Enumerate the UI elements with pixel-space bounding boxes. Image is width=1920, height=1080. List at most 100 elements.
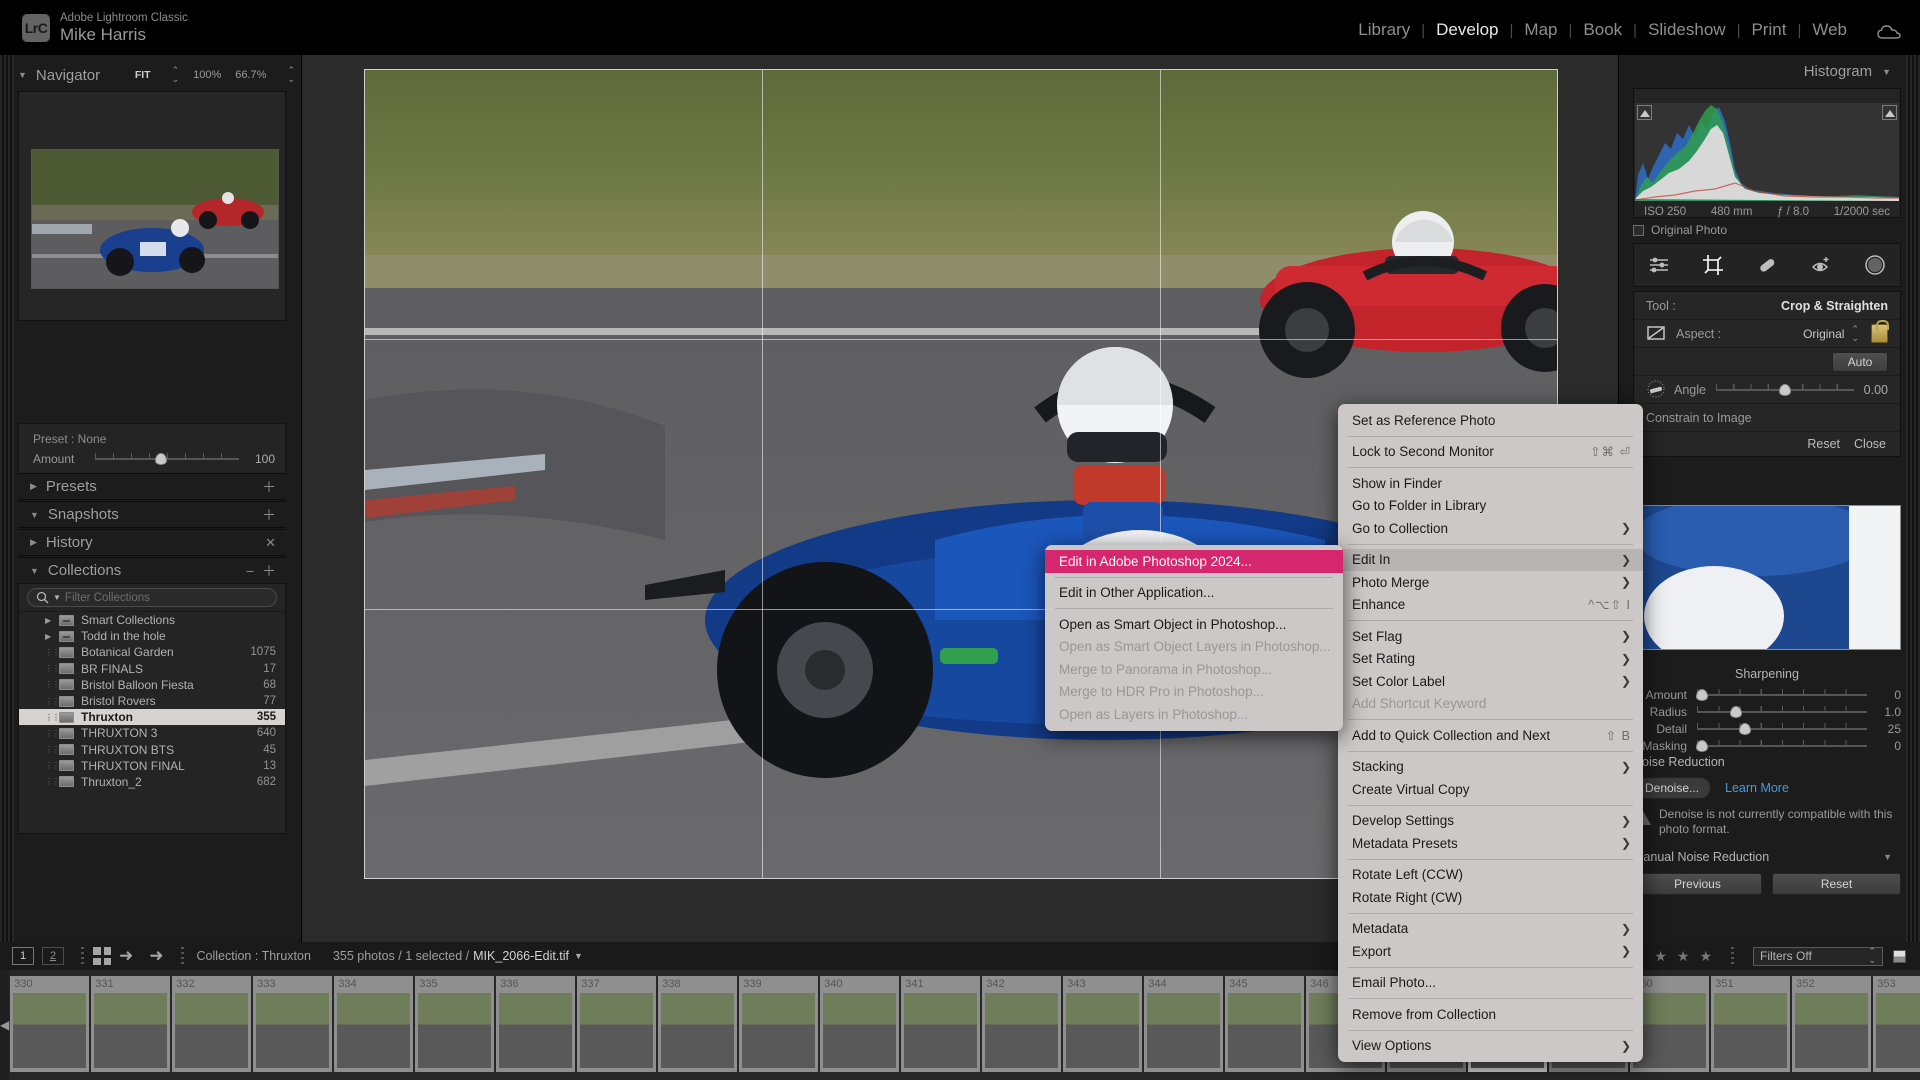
menu-item[interactable]: Edit in Other Application...: [1045, 582, 1343, 605]
reset-button[interactable]: Reset: [1772, 873, 1901, 895]
history-clear-icon[interactable]: ✕: [265, 535, 286, 551]
filmstrip-thumbnail[interactable]: 342: [982, 976, 1062, 1072]
filmstrip-thumbnail[interactable]: 343: [1063, 976, 1143, 1072]
menu-item[interactable]: Go to Folder in Library: [1338, 495, 1643, 518]
filmstrip-thumbnail[interactable]: 341: [901, 976, 981, 1072]
edit-in-submenu[interactable]: Edit in Adobe Photoshop 2024... Edit in O…: [1045, 545, 1343, 731]
menu-item[interactable]: Email Photo...: [1338, 972, 1643, 995]
menu-item[interactable]: Set Flag ❯: [1338, 625, 1643, 648]
menu-item[interactable]: Export ❯: [1338, 940, 1643, 963]
sharpening-slider-row[interactable]: Radius 1.0: [1633, 703, 1901, 720]
page-button-1[interactable]: 1: [12, 947, 34, 965]
forward-arrow-icon[interactable]: ➜: [149, 946, 163, 966]
collection-item[interactable]: ▶ Todd in the hole: [19, 628, 285, 644]
menu-item[interactable]: Photo Merge ❯: [1338, 571, 1643, 594]
navigator-collapse-icon[interactable]: ▼: [18, 70, 27, 80]
navigator-preview[interactable]: [18, 91, 286, 321]
panel-collapse-icon[interactable]: ▶: [30, 537, 37, 548]
navigator-header[interactable]: ▼ Navigator FIT ⌃ ⌄ 100% 66.7% ⌃ ⌄: [18, 63, 295, 87]
collection-item[interactable]: ⋮⋮ Thruxton_2 682: [19, 774, 285, 790]
menu-item[interactable]: Show in Finder: [1338, 472, 1643, 495]
right-scroll-gutter[interactable]: [1906, 55, 1920, 1080]
panel-collapse-icon[interactable]: ▼: [30, 510, 39, 520]
auto-straighten-button[interactable]: Auto: [1832, 351, 1888, 372]
module-web[interactable]: Web: [1801, 20, 1858, 40]
menu-item[interactable]: Metadata Presets ❯: [1338, 832, 1643, 855]
filename-dropdown-icon[interactable]: ▼: [574, 951, 583, 961]
back-arrow-icon[interactable]: ➜: [119, 946, 133, 966]
angle-slider[interactable]: [1715, 383, 1854, 397]
zoom-level-stepper-icon[interactable]: ⌃ ⌄: [287, 66, 295, 84]
menu-item[interactable]: Develop Settings ❯: [1338, 810, 1643, 833]
red-eye-icon[interactable]: [1810, 254, 1832, 276]
constrain-row[interactable]: Constrain to Image: [1634, 404, 1900, 432]
menu-item[interactable]: Add to Quick Collection and Next ⇧ B: [1338, 724, 1643, 747]
module-print[interactable]: Print: [1740, 20, 1797, 40]
denoise-button[interactable]: Denoise...: [1633, 777, 1711, 799]
module-library[interactable]: Library: [1347, 20, 1421, 40]
crop-tool-icon[interactable]: [1702, 254, 1724, 276]
filmstrip-thumbnail[interactable]: 340: [820, 976, 900, 1072]
filmstrip-thumbnail[interactable]: 345: [1225, 976, 1305, 1072]
module-map[interactable]: Map: [1513, 20, 1568, 40]
slider-knob[interactable]: [155, 453, 168, 465]
filter-select[interactable]: Filters Off ⌃ ⌄: [1753, 946, 1883, 966]
manual-noise-reduction-header[interactable]: Manual Noise Reduction ▼: [1633, 850, 1901, 864]
filmstrip-thumbnail[interactable]: 330: [10, 976, 90, 1072]
menu-item[interactable]: Remove from Collection: [1338, 1003, 1643, 1026]
panel-header-history[interactable]: ▶ History ✕: [18, 529, 286, 556]
menu-item[interactable]: Set as Reference Photo: [1338, 409, 1643, 432]
filmstrip-thumbnail[interactable]: 352: [1792, 976, 1872, 1072]
slider-masking[interactable]: [1696, 739, 1867, 753]
filter-toggle-icon[interactable]: [1893, 949, 1906, 963]
cloud-sync-icon[interactable]: [1876, 24, 1902, 40]
histogram-collapse-icon[interactable]: ▼: [1882, 67, 1891, 77]
masking-sliders-icon[interactable]: [1648, 254, 1670, 276]
menu-item[interactable]: Open as Smart Object in Photoshop...: [1045, 613, 1343, 636]
menu-item[interactable]: Enhance ^⌥⇧ I: [1338, 594, 1643, 617]
collection-item[interactable]: ▶ Smart Collections: [19, 612, 285, 628]
zoom-current-label[interactable]: 66.7%: [235, 69, 266, 81]
menu-item[interactable]: Lock to Second Monitor ⇧⌘ ⏎: [1338, 441, 1643, 464]
menu-item[interactable]: Create Virtual Copy: [1338, 778, 1643, 801]
zoom-100-label[interactable]: 100%: [193, 69, 221, 81]
filmstrip-thumbnail[interactable]: 334: [334, 976, 414, 1072]
rating-star-4-icon[interactable]: ★: [1699, 948, 1712, 965]
collections-filter-row[interactable]: ▼ Filter Collections: [19, 584, 285, 612]
filmstrip-thumbnail[interactable]: 338: [658, 976, 738, 1072]
slider-detail[interactable]: [1697, 722, 1867, 736]
rating-star-2-icon[interactable]: ★: [1654, 948, 1667, 965]
angle-slider-knob[interactable]: [1778, 383, 1791, 396]
straighten-tool-icon[interactable]: [1646, 379, 1668, 401]
collection-item[interactable]: ⋮⋮ Bristol Rovers 77: [19, 693, 285, 709]
collections-add-icon[interactable]: ＋: [262, 561, 286, 581]
highlight-clipping-indicator[interactable]: [1882, 105, 1897, 120]
aspect-value[interactable]: Original: [1803, 327, 1844, 341]
menu-item[interactable]: Set Color Label ❯: [1338, 670, 1643, 693]
filmstrip-prev-arrow[interactable]: ◀: [0, 970, 10, 1080]
page-button-2[interactable]: 2: [42, 947, 64, 965]
filter-collections-input[interactable]: ▼ Filter Collections: [27, 588, 277, 607]
panel-header-presets[interactable]: ▶ Presets ＋: [18, 473, 286, 500]
panel-add-icon[interactable]: ＋: [262, 505, 286, 525]
zoom-stepper-icon[interactable]: ⌃ ⌄: [172, 66, 180, 84]
menu-item[interactable]: Rotate Left (CCW): [1338, 864, 1643, 887]
filmstrip-thumbnail[interactable]: 337: [577, 976, 657, 1072]
crop-frame-icon[interactable]: [1646, 323, 1668, 345]
slider-amount[interactable]: [1696, 688, 1867, 702]
rating-star-3-icon[interactable]: ★: [1677, 948, 1690, 965]
graduated-filter-icon[interactable]: [1864, 254, 1886, 276]
menu-item[interactable]: Rotate Right (CW): [1338, 886, 1643, 909]
manual-nr-collapse-icon[interactable]: ▼: [1883, 852, 1892, 862]
collection-item[interactable]: ⋮⋮ Thruxton 355: [19, 709, 285, 726]
panel-header-collections[interactable]: ▼ Collections − ＋: [18, 557, 286, 584]
panel-header-snapshots[interactable]: ▼ Snapshots ＋: [18, 501, 286, 528]
learn-more-link[interactable]: Learn More: [1725, 781, 1789, 795]
collection-item[interactable]: ⋮⋮ THRUXTON 3 640: [19, 725, 285, 741]
slider-knob[interactable]: [1738, 722, 1751, 735]
filmstrip-thumbnail[interactable]: 332: [172, 976, 252, 1072]
menu-item[interactable]: Metadata ❯: [1338, 918, 1643, 941]
menu-item[interactable]: Set Rating ❯: [1338, 648, 1643, 671]
sharpening-slider-row[interactable]: Amount 0: [1633, 686, 1901, 703]
filmstrip-thumbnail[interactable]: 335: [415, 976, 495, 1072]
